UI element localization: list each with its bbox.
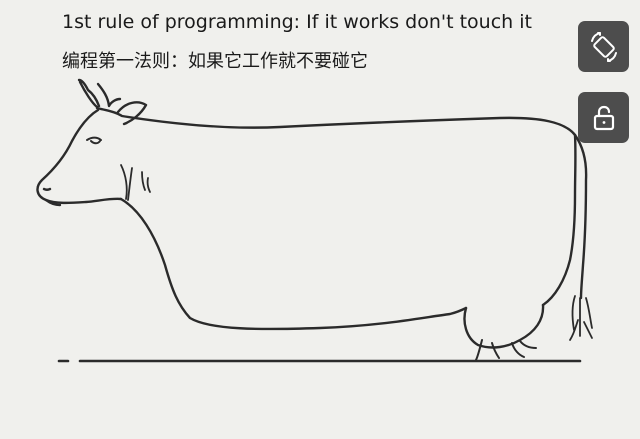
cow-horn	[96, 82, 122, 108]
cow-horn	[77, 78, 101, 109]
cow-ear	[116, 101, 148, 126]
cow-teat	[475, 339, 537, 361]
cow-hindquarter	[541, 133, 577, 307]
cow-back	[95, 106, 577, 137]
cow-nostril	[42, 187, 52, 191]
unlock-icon	[593, 105, 614, 130]
meme-image: 1st rule of programming: If it works don…	[0, 0, 640, 439]
rotate-screen-icon	[590, 31, 617, 62]
cow-eye	[86, 136, 102, 145]
rotate-screen-button[interactable]	[578, 21, 629, 72]
cow-tail	[573, 133, 588, 300]
cow-jaw	[120, 164, 151, 201]
cow-tail-tuft	[569, 295, 593, 341]
cow-udder	[463, 303, 545, 349]
screen-lock-button[interactable]	[578, 92, 629, 143]
cow-drawing	[36, 78, 593, 363]
cow-belly	[119, 197, 468, 331]
